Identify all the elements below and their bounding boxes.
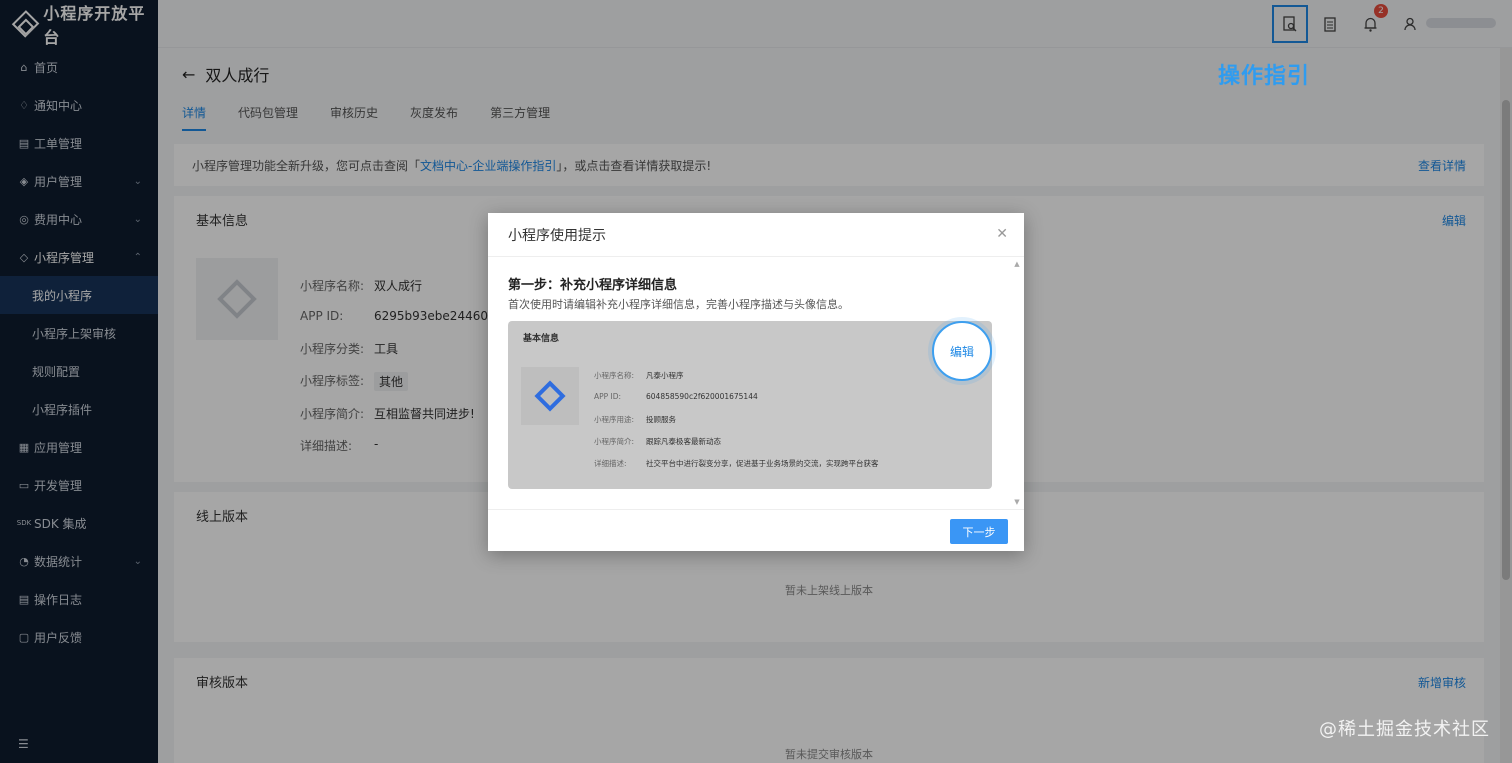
watermark: @稀土掘金技术社区 <box>1319 719 1490 740</box>
preview-value: 投顾服务 <box>646 415 676 424</box>
usage-tip-modal: 小程序使用提示 ✕ 第一步：补充小程序详细信息 首次使用时请编辑补充小程序详细信… <box>488 213 1024 551</box>
preview-row: 小程序用途: 投顾服务 <box>594 414 676 425</box>
guide-label: 操作指引 <box>1218 64 1311 89</box>
preview-label: 小程序用途: <box>594 415 635 424</box>
preview-image: 基本信息 小程序名称: 凡泰小程序 APP ID: 604858590c2f6200… <box>508 321 992 489</box>
preview-edit-highlight: 编辑 <box>932 321 992 381</box>
modal-body: 第一步：补充小程序详细信息 首次使用时请编辑补充小程序详细信息，完善小程序描述与… <box>488 258 1024 508</box>
modal-header: 小程序使用提示 ✕ <box>488 213 1024 257</box>
preview-value: 社交平台中进行裂变分享，促进基于业务场景的交流，实现跨平台获客 <box>646 459 879 468</box>
preview-value: 凡泰小程序 <box>646 371 684 380</box>
preview-row: 小程序名称: 凡泰小程序 <box>594 370 684 381</box>
preview-logo <box>521 367 579 425</box>
step-description: 首次使用时请编辑补充小程序详细信息，完善小程序描述与头像信息。 <box>508 298 849 311</box>
preview-label: APP ID: <box>594 392 622 401</box>
preview-label: 小程序名称: <box>594 371 635 380</box>
preview-label: 小程序简介: <box>594 437 635 446</box>
next-step-button[interactable]: 下一步 <box>950 519 1008 544</box>
preview-title: 基本信息 <box>523 334 560 344</box>
preview-value: 跟踪凡泰极客最新动态 <box>646 437 721 446</box>
close-icon[interactable]: ✕ <box>996 226 1008 242</box>
miniapp-logo-icon <box>534 380 566 412</box>
scroll-down-icon[interactable]: ▼ <box>1013 498 1021 506</box>
preview-row: 详细描述: 社交平台中进行裂变分享，促进基于业务场景的交流，实现跨平台获客 <box>594 458 879 469</box>
modal-footer: 下一步 <box>488 509 1024 551</box>
preview-row: 小程序简介: 跟踪凡泰极客最新动态 <box>594 436 721 447</box>
step-title: 第一步：补充小程序详细信息 <box>508 278 678 293</box>
preview-value: 604858590c2f620001675144 <box>646 392 758 401</box>
preview-row: APP ID: 604858590c2f620001675144 <box>594 392 758 401</box>
scroll-up-icon[interactable]: ▲ <box>1013 260 1021 268</box>
modal-title: 小程序使用提示 <box>508 227 606 244</box>
modal-scrollbar[interactable]: ▲ ▼ <box>1013 258 1021 508</box>
preview-label: 详细描述: <box>594 459 627 468</box>
